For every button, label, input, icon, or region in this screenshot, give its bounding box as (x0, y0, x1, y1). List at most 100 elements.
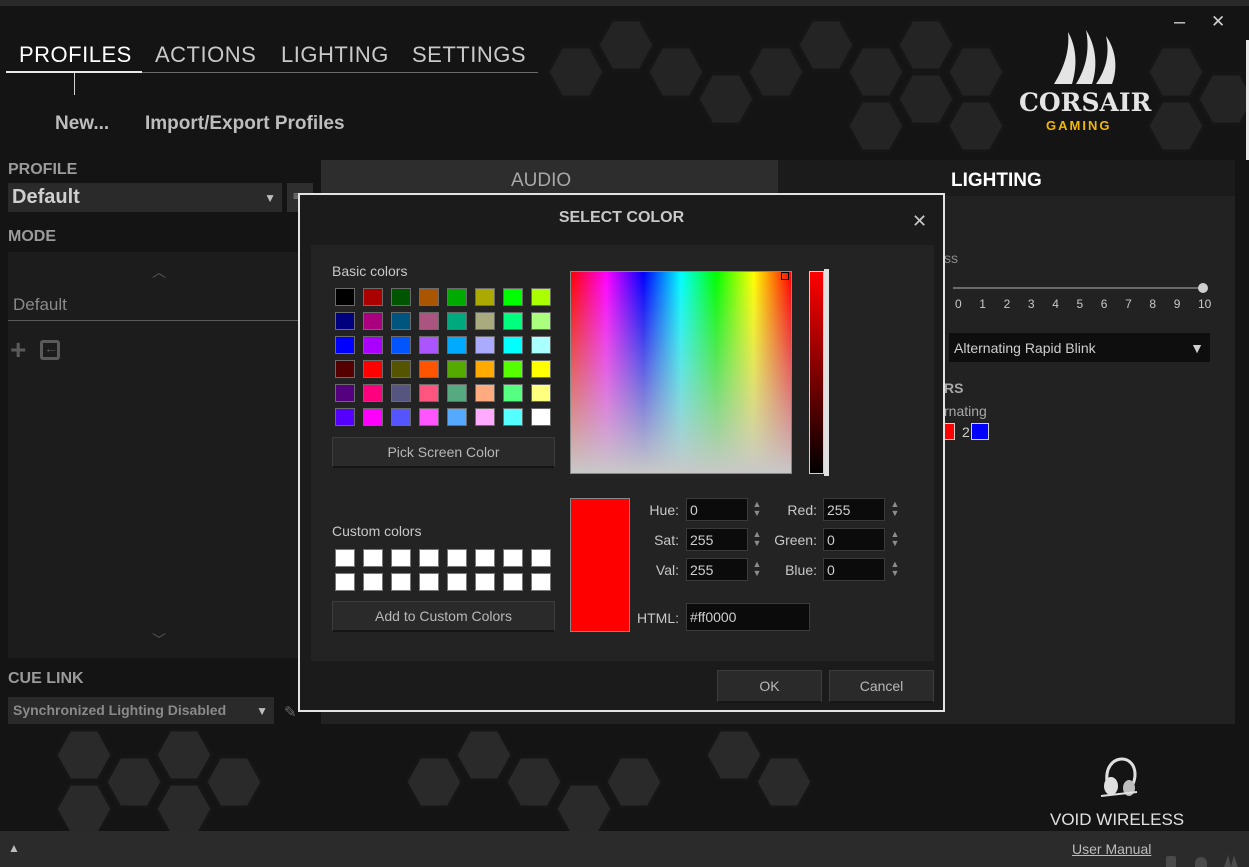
brightness-slider-handle[interactable] (1198, 283, 1208, 293)
basic-color-swatch[interactable] (531, 288, 551, 306)
basic-color-swatch[interactable] (391, 336, 411, 354)
cue-link-select[interactable]: Synchronized Lighting Disabled ▼ (8, 697, 274, 724)
ok-button[interactable]: OK (717, 670, 822, 703)
basic-color-swatch[interactable] (503, 384, 523, 402)
basic-color-swatch[interactable] (531, 312, 551, 330)
red-stepper[interactable]: ▲ ▼ (890, 500, 900, 518)
import-mode-icon[interactable]: ← (40, 340, 60, 360)
minimize-button[interactable]: – (1174, 12, 1185, 32)
tab-actions[interactable]: ACTIONS (155, 42, 256, 68)
basic-color-swatch[interactable] (531, 336, 551, 354)
custom-color-swatch[interactable] (447, 573, 467, 591)
tab-settings[interactable]: SETTINGS (412, 42, 526, 68)
tab-lighting[interactable]: LIGHTING (281, 42, 389, 68)
value-slider[interactable] (809, 271, 824, 474)
facebook-icon[interactable] (1166, 856, 1176, 867)
basic-color-swatch[interactable] (363, 336, 383, 354)
basic-color-swatch[interactable] (391, 312, 411, 330)
basic-color-swatch[interactable] (363, 360, 383, 378)
hue-saturation-spectrum[interactable] (570, 271, 792, 474)
basic-color-swatch[interactable] (475, 360, 495, 378)
basic-color-swatch[interactable] (335, 336, 355, 354)
custom-color-swatch[interactable] (335, 549, 355, 567)
color-2-swatch[interactable] (971, 423, 989, 440)
basic-color-swatch[interactable] (475, 336, 495, 354)
basic-color-swatch[interactable] (391, 408, 411, 426)
mode-item[interactable]: Default (13, 295, 67, 315)
basic-color-swatch[interactable] (363, 312, 383, 330)
blue-stepper[interactable]: ▲ ▼ (890, 560, 900, 578)
sat-input[interactable] (686, 528, 748, 551)
spectrum-crosshair[interactable] (781, 272, 789, 280)
basic-color-swatch[interactable] (419, 408, 439, 426)
sat-stepper[interactable]: ▲ ▼ (752, 530, 762, 548)
custom-color-swatch[interactable] (475, 549, 495, 567)
value-slider-handle[interactable] (824, 269, 829, 476)
custom-color-swatch[interactable] (363, 573, 383, 591)
basic-color-swatch[interactable] (419, 384, 439, 402)
custom-color-swatch[interactable] (503, 549, 523, 567)
user-manual-link[interactable]: User Manual (1072, 841, 1151, 857)
basic-color-swatch[interactable] (391, 288, 411, 306)
basic-color-swatch[interactable] (363, 384, 383, 402)
basic-color-swatch[interactable] (335, 408, 355, 426)
custom-color-swatch[interactable] (447, 549, 467, 567)
basic-color-swatch[interactable] (503, 312, 523, 330)
expand-icon[interactable]: ▲ (8, 841, 20, 855)
green-stepper[interactable]: ▲ ▼ (890, 530, 900, 548)
basic-color-swatch[interactable] (503, 360, 523, 378)
basic-color-swatch[interactable] (503, 336, 523, 354)
custom-color-swatch[interactable] (419, 549, 439, 567)
basic-color-swatch[interactable] (503, 408, 523, 426)
basic-color-swatch[interactable] (419, 288, 439, 306)
val-input[interactable] (686, 558, 748, 581)
tab-profiles[interactable]: PROFILES (19, 42, 132, 68)
pick-screen-color-button[interactable]: Pick Screen Color (332, 437, 555, 468)
custom-color-swatch[interactable] (419, 573, 439, 591)
twitter-icon[interactable] (1195, 857, 1207, 867)
basic-color-swatch[interactable] (447, 384, 467, 402)
red-input[interactable] (823, 498, 885, 521)
close-window-button[interactable]: ✕ (1211, 12, 1225, 32)
custom-color-swatch[interactable] (531, 549, 551, 567)
add-mode-icon[interactable]: + (10, 336, 26, 364)
custom-color-swatch[interactable] (363, 549, 383, 567)
custom-color-swatch[interactable] (391, 549, 411, 567)
basic-color-swatch[interactable] (503, 288, 523, 306)
basic-color-swatch[interactable] (475, 288, 495, 306)
effect-select[interactable]: Alternating Rapid Blink ▼ (949, 333, 1210, 362)
custom-color-swatch[interactable] (531, 573, 551, 591)
add-to-custom-colors-button[interactable]: Add to Custom Colors (332, 601, 555, 632)
basic-color-swatch[interactable] (335, 384, 355, 402)
basic-color-swatch[interactable] (447, 360, 467, 378)
basic-color-swatch[interactable] (447, 336, 467, 354)
hue-input[interactable] (686, 498, 748, 521)
green-input[interactable] (823, 528, 885, 551)
basic-color-swatch[interactable] (363, 288, 383, 306)
hue-stepper[interactable]: ▲ ▼ (752, 500, 762, 518)
basic-color-swatch[interactable] (363, 408, 383, 426)
basic-color-swatch[interactable] (447, 408, 467, 426)
basic-color-swatch[interactable] (475, 384, 495, 402)
custom-color-swatch[interactable] (335, 573, 355, 591)
tab-device-lighting[interactable]: LIGHTING (951, 170, 1042, 192)
custom-color-swatch[interactable] (475, 573, 495, 591)
html-input[interactable] (686, 603, 810, 631)
basic-color-swatch[interactable] (475, 408, 495, 426)
cancel-button[interactable]: Cancel (829, 670, 934, 703)
basic-color-swatch[interactable] (335, 288, 355, 306)
brightness-slider-track[interactable] (953, 287, 1203, 289)
import-export-profiles-button[interactable]: Import/Export Profiles (145, 113, 345, 135)
tab-audio[interactable]: AUDIO (511, 170, 571, 192)
color-1-swatch[interactable] (944, 423, 955, 440)
custom-color-swatch[interactable] (503, 573, 523, 591)
basic-color-swatch[interactable] (531, 384, 551, 402)
basic-color-swatch[interactable] (447, 312, 467, 330)
basic-color-swatch[interactable] (335, 312, 355, 330)
basic-color-swatch[interactable] (391, 384, 411, 402)
basic-color-swatch[interactable] (531, 408, 551, 426)
basic-color-swatch[interactable] (391, 360, 411, 378)
basic-color-swatch[interactable] (335, 360, 355, 378)
edit-icon[interactable]: ✎ (284, 703, 297, 721)
val-stepper[interactable]: ▲ ▼ (752, 560, 762, 578)
